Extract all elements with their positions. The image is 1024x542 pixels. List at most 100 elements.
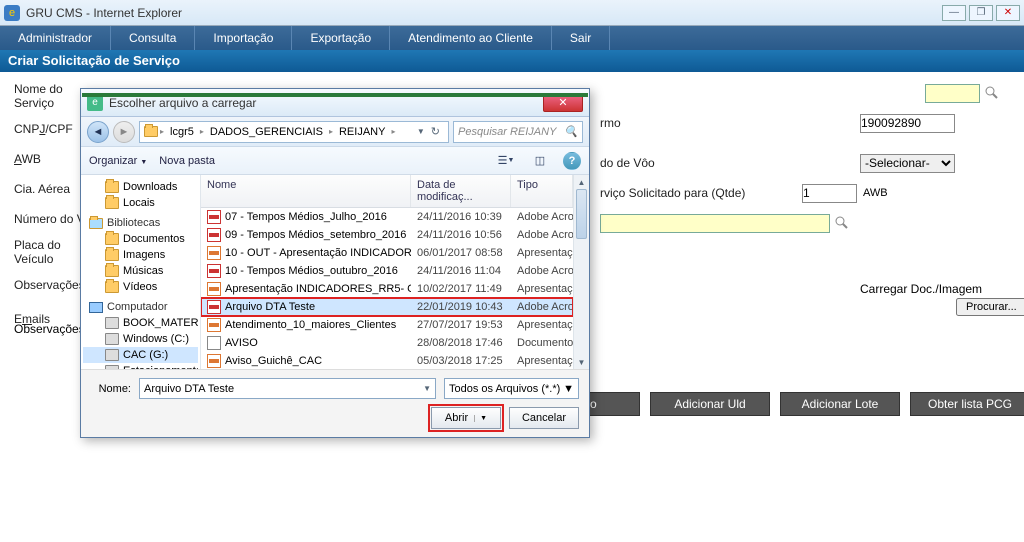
btn-lista-pcg[interactable]: Obter lista PCG <box>910 392 1024 416</box>
file-type: Adobe Acrobat D <box>511 264 573 278</box>
browse-button[interactable]: Procurar... <box>956 298 1024 316</box>
file-date: 24/11/2016 11:04 <box>411 264 511 278</box>
file-row[interactable]: AVISO28/08/2018 17:46Documento do M <box>201 334 573 352</box>
cancel-button[interactable]: Cancelar <box>509 407 579 429</box>
breadcrumb-dropdown-icon[interactable]: ▼ <box>417 127 425 136</box>
file-list-header: Nome Data de modificaç... Tipo <box>201 175 573 208</box>
dialog-navbar: ◄ ► ▸ lcgr5 ▸ DADOS_GERENCIAIS ▸ REIJANY… <box>81 117 589 147</box>
view-mode-button[interactable]: ☰ ▼ <box>495 151 517 171</box>
filetype-filter[interactable]: Todos os Arquivos (*.*) ▼ <box>444 378 579 399</box>
file-row[interactable]: 10 - Tempos Médios_outubro_201624/11/201… <box>201 262 573 280</box>
menu-consulta[interactable]: Consulta <box>111 26 195 50</box>
filter-dropdown-icon[interactable]: ▼ <box>563 383 574 395</box>
file-type: Apresentação do <box>511 318 573 332</box>
tree-downloads[interactable]: Downloads <box>83 179 198 195</box>
nav-back-button[interactable]: ◄ <box>87 121 109 143</box>
tree-videos[interactable]: Vídeos <box>83 279 198 295</box>
file-row[interactable]: 10 - OUT - Apresentação INDICADORES_...0… <box>201 244 573 262</box>
tree-bibliotecas[interactable]: Bibliotecas <box>83 211 198 231</box>
col-header-date[interactable]: Data de modificaç... <box>411 175 511 207</box>
folder-icon <box>105 281 119 293</box>
zoom-icon[interactable] <box>984 85 1000 101</box>
window-buttons: — ❐ ✕ <box>942 5 1020 21</box>
doc-icon <box>207 336 221 350</box>
breadcrumb-seg-1[interactable]: lcgr5 <box>166 126 198 138</box>
menu-atendimento[interactable]: Atendimento ao Cliente <box>390 26 552 50</box>
ie-favicon-icon: e <box>4 5 20 21</box>
pdf-icon <box>207 264 221 278</box>
file-type: Apresentação do <box>511 354 573 368</box>
label-rmo: rmo <box>600 116 760 130</box>
file-type: Documento do M <box>511 336 573 350</box>
menu-importacao[interactable]: Importação <box>195 26 292 50</box>
list-vscroll[interactable]: ▲ ▼ <box>573 175 589 369</box>
file-date: 24/11/2016 10:39 <box>411 210 511 224</box>
file-row[interactable]: Atendimento_10_maiores_Clientes27/07/201… <box>201 316 573 334</box>
folder-icon <box>105 197 119 209</box>
minimize-button[interactable]: — <box>942 5 966 21</box>
file-row[interactable]: Apresentação INDICADORES_RR5- CAC_...10/… <box>201 280 573 298</box>
input-rmo[interactable] <box>860 114 955 133</box>
tree-documentos[interactable]: Documentos <box>83 231 198 247</box>
computer-icon <box>89 302 103 313</box>
file-type: Adobe Acrobat D <box>511 228 573 242</box>
filename-input[interactable]: Arquivo DTA Teste ▼ <box>139 378 436 399</box>
search-placeholder: Pesquisar REIJANY <box>458 126 556 138</box>
maximize-button[interactable]: ❐ <box>969 5 993 21</box>
organize-menu[interactable]: Organizar ▼ <box>89 155 147 167</box>
tree-computador[interactable]: Computador <box>83 295 198 315</box>
file-row[interactable]: Arquivo DTA Teste22/01/2019 10:43Adobe A… <box>201 298 573 316</box>
file-type: Adobe Acrobat D <box>511 210 573 224</box>
btn-add-lote[interactable]: Adicionar Lote <box>780 392 900 416</box>
vscroll-thumb[interactable] <box>576 189 587 239</box>
breadcrumb[interactable]: ▸ lcgr5 ▸ DADOS_GERENCIAIS ▸ REIJANY ▸ ▼… <box>139 121 449 143</box>
vscroll-up[interactable]: ▲ <box>574 175 589 189</box>
refresh-icon[interactable]: ↻ <box>431 125 440 138</box>
pdf-icon <box>207 300 221 314</box>
file-name: Aviso_Guichê_CAC <box>225 355 322 367</box>
file-row[interactable]: Aviso_Guichê_CAC05/03/2018 17:25Apresent… <box>201 352 573 369</box>
nav-forward-button[interactable]: ► <box>113 121 135 143</box>
file-type: Adobe Acrobat D <box>511 300 573 314</box>
btn-add-uld[interactable]: Adicionar Uld <box>650 392 770 416</box>
input-qtde[interactable] <box>802 184 857 203</box>
file-row[interactable]: 09 - Tempos Médios_setembro_2016 24/11/20… <box>201 226 573 244</box>
tree-book[interactable]: BOOK_MATERIAL <box>83 315 198 331</box>
col-header-type[interactable]: Tipo <box>511 175 573 207</box>
dialog-toolbar: Organizar ▼ Nova pasta ☰ ▼ ◫ ? <box>81 147 589 175</box>
filename-dropdown-icon[interactable]: ▼ <box>423 384 431 393</box>
field-yellow-1[interactable] <box>925 84 980 103</box>
tree-cac[interactable]: CAC (G:) <box>83 347 198 363</box>
tree-musicas[interactable]: Músicas <box>83 263 198 279</box>
tree-winc[interactable]: Windows (C:) <box>83 331 198 347</box>
menu-administrador[interactable]: Administrador <box>0 26 111 50</box>
dialog-body: Downloads Locais Bibliotecas Documentos … <box>81 175 589 369</box>
col-header-name[interactable]: Nome <box>201 175 411 207</box>
open-split-icon[interactable]: ▼ <box>474 415 487 422</box>
file-name: 09 - Tempos Médios_setembro_2016 <box>225 229 406 241</box>
menu-exportacao[interactable]: Exportação <box>292 26 390 50</box>
tree-locais[interactable]: Locais <box>83 195 198 211</box>
preview-pane-button[interactable]: ◫ <box>529 151 551 171</box>
help-button[interactable]: ? <box>563 152 581 170</box>
tree-imagens[interactable]: Imagens <box>83 247 198 263</box>
dialog-search-input[interactable]: Pesquisar REIJANY 🔍 <box>453 121 583 143</box>
close-button[interactable]: ✕ <box>996 5 1020 21</box>
file-date: 28/08/2018 17:46 <box>411 336 511 350</box>
new-folder-button[interactable]: Nova pasta <box>159 155 215 167</box>
label-qtde: rviço Solicitado para (Qtde) <box>600 186 800 200</box>
file-date: 24/11/2016 10:56 <box>411 228 511 242</box>
vscroll-down[interactable]: ▼ <box>574 355 589 369</box>
pdf-icon <box>207 210 221 224</box>
open-button[interactable]: Abrir▼ <box>431 407 501 429</box>
ppt-icon <box>207 354 221 368</box>
file-name: Atendimento_10_maiores_Clientes <box>225 319 396 331</box>
select-periodo[interactable]: -Selecionar- <box>860 154 955 173</box>
file-row[interactable]: 07 - Tempos Médios_Julho_201624/11/2016 … <box>201 208 573 226</box>
field-yellow-2[interactable] <box>600 214 830 233</box>
file-dialog: e Escolher arquivo a carregar ✕ ◄ ► ▸ lc… <box>80 88 590 438</box>
menu-sair[interactable]: Sair <box>552 26 610 50</box>
zoom-icon-2[interactable] <box>834 215 850 231</box>
breadcrumb-seg-2[interactable]: DADOS_GERENCIAIS <box>206 126 327 138</box>
breadcrumb-seg-3[interactable]: REIJANY <box>335 126 389 138</box>
